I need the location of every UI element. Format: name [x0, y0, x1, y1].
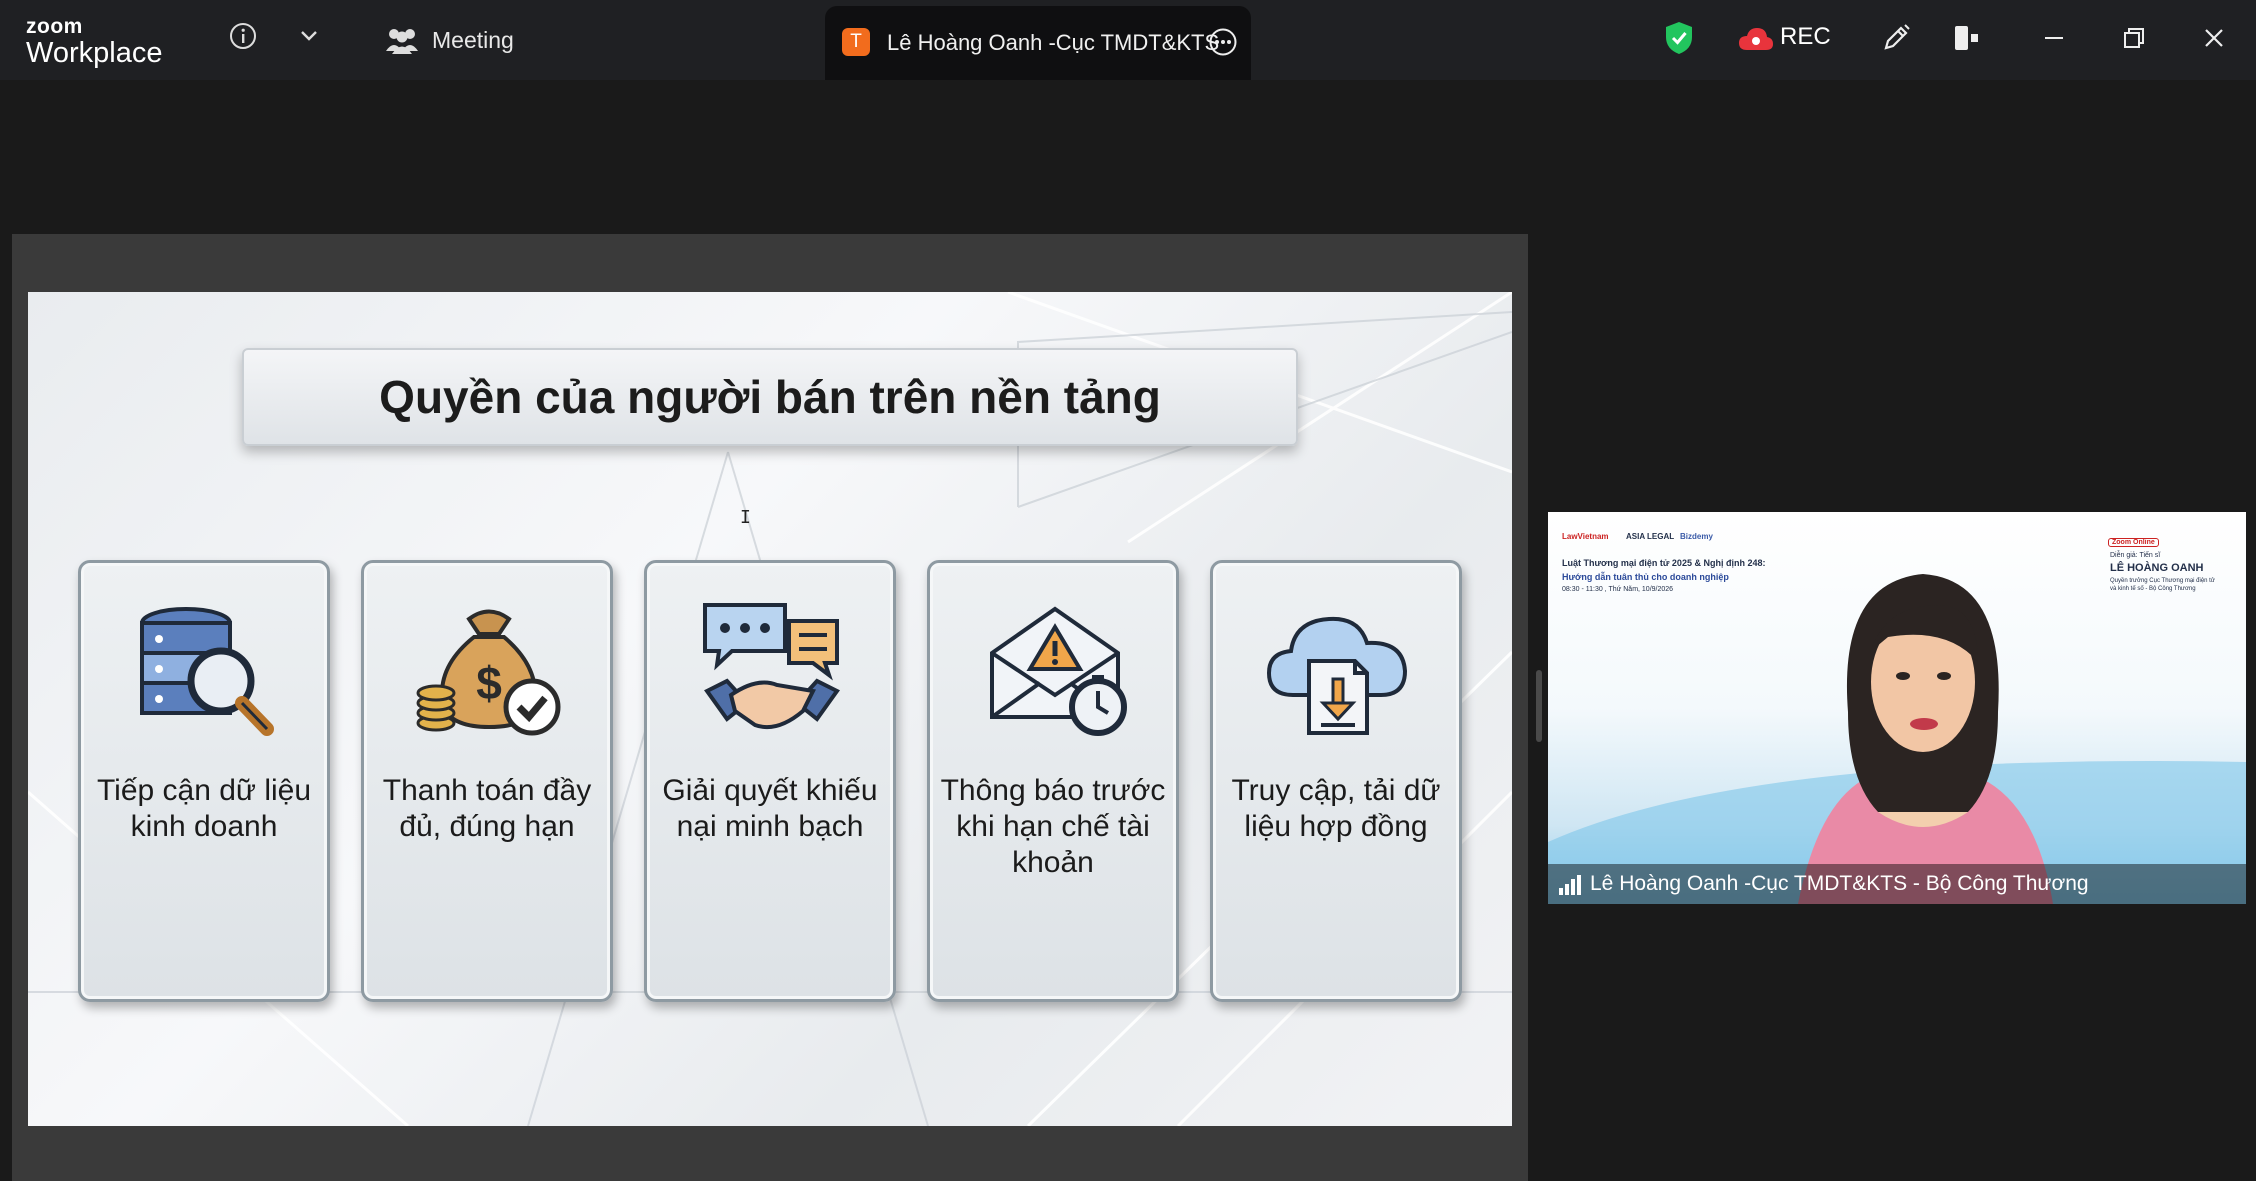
brand-lawvietnam: LawVietnam	[1562, 532, 1609, 541]
more-options-icon[interactable]	[1207, 26, 1239, 58]
tab-active-meeting[interactable]: T Lê Hoàng Oanh -Cục TMDT&KTS	[825, 6, 1251, 80]
participant-video[interactable]: LawVietnam ASIA LEGAL Bizdemy Luật Thươn…	[1548, 512, 2246, 904]
participants-icon[interactable]	[382, 22, 422, 58]
tab-title: Lê Hoàng Oanh -Cục TMDT&KTS	[887, 30, 1220, 55]
info-icon[interactable]	[226, 19, 260, 53]
banner-line-2: Hướng dẫn tuân thủ cho doanh nghiệp	[1562, 572, 1729, 582]
restore-icon[interactable]	[2116, 20, 2152, 56]
slide-title: Quyền của người bán trên nền tảng	[379, 371, 1161, 423]
money-bag-check-icon: $	[416, 609, 561, 736]
speaker-title-1: Quyền trưởng Cục Thương mại điện tử	[2110, 578, 2215, 584]
brand-bizdemy: Bizdemy	[1680, 532, 1713, 541]
brand-bottom: Workplace	[26, 37, 163, 69]
chat-handshake-icon	[703, 603, 840, 730]
card-complaints: Giải quyết khiếu nại minh bạch	[644, 560, 896, 1002]
card-label: Tiếp cận dữ liệu kinh doanh	[96, 774, 312, 843]
rec-label: REC	[1780, 23, 1831, 50]
card-label: Thanh toán đầy đủ, đúng hạn	[382, 774, 592, 843]
card-payment: $ Thanh toán đầy đủ, đúng hạn	[361, 560, 613, 1002]
speaker-role: Diễn giả: Tiến sĩ	[2110, 552, 2161, 559]
banner-line-1: Luật Thương mại điện tử 2025 & Nghị định…	[1562, 558, 1766, 568]
text-cursor-icon: I	[740, 507, 751, 528]
speaker-title-2: và kinh tế số - Bộ Công Thương	[2110, 586, 2196, 592]
cloud-record-icon	[1739, 28, 1773, 50]
title-bar: zoom Workplace Meeting T Lê Hoàng Oanh -…	[0, 0, 2256, 80]
tab-avatar: T	[842, 28, 870, 56]
card-label: Truy cập, tải dữ liệu hợp đồng	[1231, 774, 1441, 843]
signal-strength-icon	[1559, 875, 1581, 895]
mail-warning-clock-icon	[990, 606, 1127, 736]
card-label: Giải quyết khiếu nại minh bạch	[662, 774, 878, 843]
participant-name-bar: Lê Hoàng Oanh -Cục TMDT&KTS - Bộ Công Th…	[1548, 864, 2246, 904]
slide-title-box: Quyền của người bán trên nền tảng	[242, 348, 1298, 446]
encryption-shield-icon[interactable]	[1660, 18, 1698, 58]
svg-text:$: $	[476, 657, 502, 709]
cloud-download-icon	[1266, 616, 1408, 735]
banner-time: 08:30 - 11:30 , Thứ Năm, 10/9/2026	[1562, 586, 1674, 593]
brand-asialegal: ASIA LEGAL	[1626, 532, 1675, 541]
brand-top: zoom	[26, 15, 83, 38]
close-icon[interactable]	[2196, 20, 2232, 56]
card-download-data: Truy cập, tải dữ liệu hợp đồng	[1210, 560, 1462, 1002]
zoom-online-badge: Zoom Online	[2108, 538, 2159, 547]
minimize-icon[interactable]	[2036, 20, 2072, 56]
chevron-down-icon[interactable]	[296, 19, 322, 53]
speaker-name: LÊ HOÀNG OANH	[2110, 562, 2204, 574]
card-access-data: Tiếp cận dữ liệu kinh doanh	[78, 560, 330, 1002]
panel-resize-handle[interactable]	[1536, 670, 1542, 742]
annotate-pen-icon[interactable]	[1878, 20, 1914, 56]
presentation-slide: Quyền của người bán trên nền tảng I Tiếp…	[28, 292, 1512, 1126]
participant-name: Lê Hoàng Oanh -Cục TMDT&KTS - Bộ Công Th…	[1590, 872, 2089, 895]
card-label: Thông báo trước khi hạn chế tài khoản	[940, 774, 1166, 879]
database-search-icon	[140, 607, 274, 736]
meeting-label[interactable]: Meeting	[432, 27, 514, 54]
shared-screen[interactable]: Quyền của người bán trên nền tảng I Tiếp…	[12, 234, 1528, 1181]
zoom-logo: zoom Workplace	[26, 15, 163, 69]
record-button[interactable]: REC	[1738, 22, 1834, 56]
exit-share-icon[interactable]	[1948, 20, 1984, 56]
card-notification: Thông báo trước khi hạn chế tài khoản	[927, 560, 1179, 1002]
